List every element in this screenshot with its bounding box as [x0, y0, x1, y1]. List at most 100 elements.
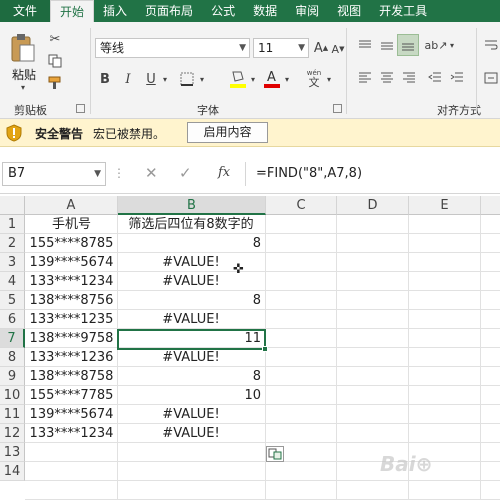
wrap-text-icon[interactable] [482, 36, 500, 56]
align-left-icon[interactable] [356, 70, 374, 86]
cell-a12[interactable]: 133****1234 [25, 424, 118, 443]
enable-content-button[interactable]: 启用内容 [187, 122, 268, 143]
paste-button[interactable]: 粘贴 [8, 66, 40, 82]
chevron-down-icon[interactable]: ▾ [283, 74, 291, 84]
merge-center-icon[interactable] [482, 68, 500, 88]
font-name-select[interactable]: 等线 ▼ [95, 38, 250, 58]
row-header-4[interactable]: 4 [0, 272, 25, 291]
tab-data[interactable]: 数据 [244, 0, 286, 22]
font-color-icon[interactable]: A [262, 68, 282, 90]
tab-insert[interactable]: 插入 [94, 0, 136, 22]
select-all-corner[interactable] [0, 196, 25, 215]
orientation-icon[interactable]: ab↗ [425, 36, 448, 54]
cell-b11[interactable]: #VALUE! [118, 405, 264, 424]
cell-a9[interactable]: 138****8758 [25, 367, 118, 386]
bold-button[interactable]: B [97, 70, 113, 88]
tab-review[interactable]: 审阅 [286, 0, 328, 22]
cell-b9[interactable]: 8 [118, 367, 264, 386]
chevron-down-icon[interactable]: ▾ [325, 74, 333, 84]
cancel-icon[interactable]: ✕ [145, 164, 158, 182]
cell-b2[interactable]: 8 [118, 234, 264, 253]
chevron-down-icon[interactable]: ▾ [249, 74, 257, 84]
active-cell-selection[interactable] [117, 329, 268, 352]
row-header-12[interactable]: 12 [0, 424, 25, 443]
formula-input[interactable]: =FIND("8",A7,8) [245, 162, 500, 186]
row-header-8[interactable]: 8 [0, 348, 25, 367]
cell-a4[interactable]: 133****1234 [25, 272, 118, 291]
cell-a5[interactable]: 138****8756 [25, 291, 118, 310]
borders-icon[interactable] [178, 70, 196, 88]
fill-color-icon[interactable] [228, 68, 248, 90]
paste-dropdown-icon[interactable]: ▾ [18, 82, 28, 92]
tab-developer[interactable]: 开发工具 [370, 0, 436, 22]
align-right-icon[interactable] [400, 70, 418, 86]
security-warning-bar: 安全警告 宏已被禁用。 启用内容 [0, 119, 500, 147]
name-box[interactable]: B7 ▼ [2, 162, 106, 186]
cell-b5[interactable]: 8 [118, 291, 264, 310]
align-bottom-icon[interactable] [397, 34, 419, 56]
group-divider [346, 28, 347, 114]
row-header-10[interactable]: 10 [0, 386, 25, 405]
chevron-down-icon[interactable]: ▾ [448, 40, 456, 50]
insert-function-button[interactable]: fx [218, 165, 230, 180]
cell-b8[interactable]: #VALUE! [118, 348, 264, 367]
cut-icon[interactable]: ✂ [46, 30, 64, 48]
row-header-14[interactable]: 14 [0, 462, 25, 481]
ribbon-tab-bar: 文件 开始 插入 页面布局 公式 数据 审阅 视图 开发工具 [0, 0, 500, 23]
increase-indent-icon[interactable] [448, 70, 466, 86]
row-header-1[interactable]: 1 [0, 215, 25, 234]
align-center-icon[interactable] [378, 70, 396, 86]
copy-icon[interactable] [46, 52, 64, 70]
paste-options-icon[interactable] [266, 446, 284, 462]
cell-a10[interactable]: 155****7785 [25, 386, 118, 405]
align-top-icon[interactable] [356, 38, 374, 54]
phonetic-guide-icon[interactable]: wén 文 [303, 66, 325, 90]
tab-file[interactable]: 文件 [0, 0, 51, 22]
column-header-a[interactable]: A [25, 196, 118, 215]
column-header-e[interactable]: E [409, 196, 481, 215]
row-header-11[interactable]: 11 [0, 405, 25, 424]
align-middle-icon[interactable] [378, 38, 396, 54]
row-header-6[interactable]: 6 [0, 310, 25, 329]
row-header-5[interactable]: 5 [0, 291, 25, 310]
decrease-indent-icon[interactable] [426, 70, 444, 86]
tab-page-layout[interactable]: 页面布局 [136, 0, 202, 22]
row-header-2[interactable]: 2 [0, 234, 25, 253]
underline-button[interactable]: U [143, 70, 159, 88]
tab-formulas[interactable]: 公式 [202, 0, 244, 22]
column-header-b[interactable]: B [118, 196, 266, 215]
enter-icon[interactable]: ✓ [179, 164, 192, 182]
column-header-c[interactable]: C [266, 196, 337, 215]
cell-a11[interactable]: 139****5674 [25, 405, 118, 424]
italic-button[interactable]: I [120, 70, 136, 88]
tab-home[interactable]: 开始 [50, 0, 95, 23]
decrease-font-size-icon[interactable]: A ▼ [331, 41, 345, 57]
row-header-7[interactable]: 7 [0, 329, 25, 348]
column-header-f[interactable] [481, 196, 500, 215]
chevron-down-icon[interactable]: ▾ [198, 74, 206, 84]
chevron-down-icon[interactable]: ▾ [161, 74, 169, 84]
ribbon: 粘贴 ▾ ✂ 剪贴板 等线 ▼ 11 ▼ A ▲ A ▼ B I U ▾ ▾ ▾ A… [0, 22, 500, 119]
cell-b10[interactable]: 10 [118, 386, 264, 405]
cell-a6[interactable]: 133****1235 [25, 310, 118, 329]
cell-a2[interactable]: 155****8785 [25, 234, 118, 253]
increase-font-size-icon[interactable]: A ▲ [313, 39, 329, 57]
cell-b6[interactable]: #VALUE! [118, 310, 264, 329]
row-header-3[interactable]: 3 [0, 253, 25, 272]
cell-a8[interactable]: 133****1236 [25, 348, 118, 367]
paste-icon[interactable] [8, 32, 38, 64]
row-header-13[interactable]: 13 [0, 443, 25, 462]
row-header-9[interactable]: 9 [0, 367, 25, 386]
font-size-select[interactable]: 11 ▼ [253, 38, 309, 58]
fill-handle[interactable] [262, 346, 268, 352]
cell-a1[interactable]: 手机号 [25, 215, 118, 234]
font-launcher-icon[interactable] [333, 104, 342, 113]
column-header-d[interactable]: D [337, 196, 409, 215]
cell-a3[interactable]: 139****5674 [25, 253, 118, 272]
cell-b12[interactable]: #VALUE! [118, 424, 264, 443]
format-painter-icon[interactable] [46, 74, 64, 92]
clipboard-launcher-icon[interactable] [76, 104, 85, 113]
cell-a7[interactable]: 138****9758 [25, 329, 118, 348]
tab-view[interactable]: 视图 [328, 0, 370, 22]
cell-b1[interactable]: 筛选后四位有8数字的 [118, 215, 264, 234]
